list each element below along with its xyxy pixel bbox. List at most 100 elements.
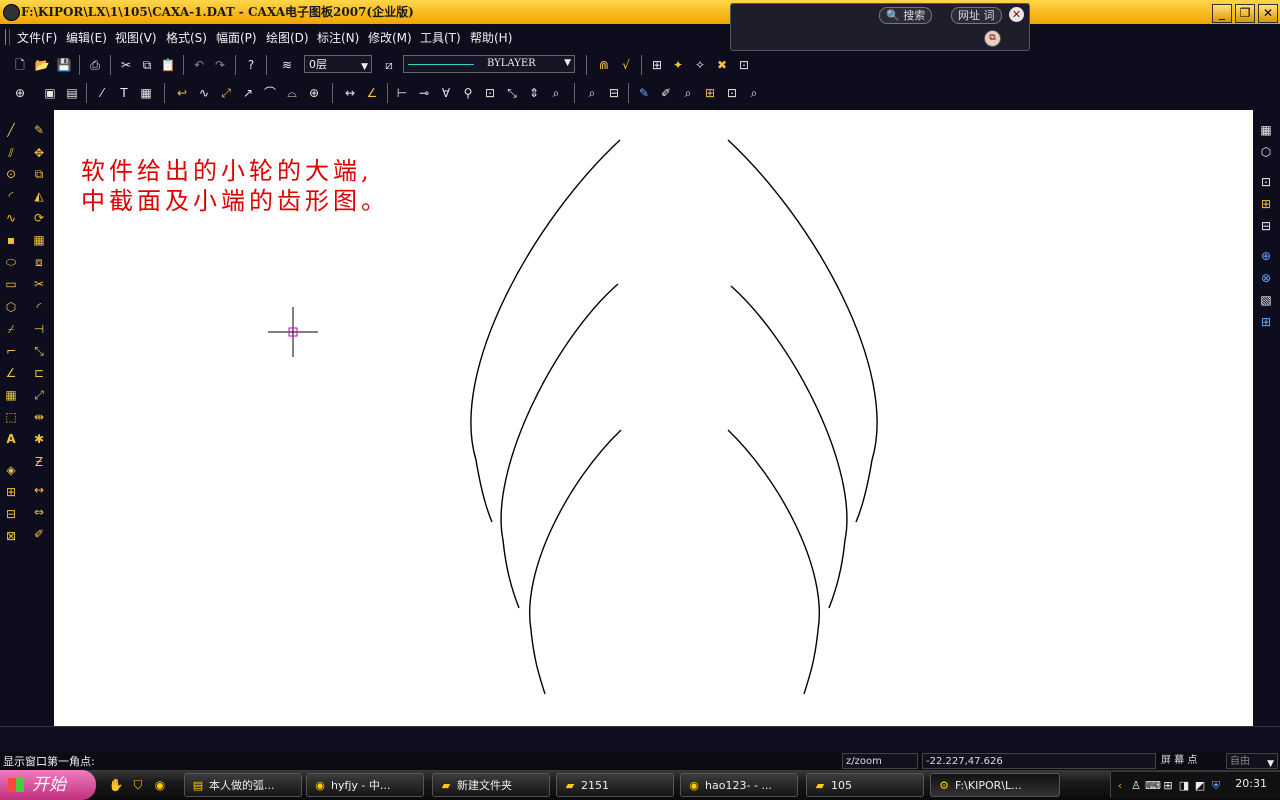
menu-sheet[interactable]: 幅面(P)	[216, 29, 257, 46]
angle-dim-icon[interactable]: ∠	[362, 83, 382, 103]
frame-icon[interactable]: ▣	[40, 83, 60, 103]
menu-modify[interactable]: 修改(M)	[368, 29, 412, 46]
menu-file[interactable]: 文件(F)	[17, 29, 57, 46]
close-window-button[interactable]: ✕	[1258, 4, 1278, 23]
quicklaunch-c-icon[interactable]: ◉	[152, 777, 168, 793]
view-c-icon[interactable]: ⊡	[1256, 172, 1276, 192]
query-icon[interactable]: ⌕	[582, 83, 602, 103]
redo-icon[interactable]: ↷	[210, 55, 230, 75]
view-d-icon[interactable]: ⊞	[1256, 194, 1276, 214]
erase-tool-icon[interactable]: ✎	[29, 120, 49, 140]
view-h-icon[interactable]: ▧	[1256, 290, 1276, 310]
spline-tool-icon[interactable]: ∿	[1, 208, 21, 228]
menu-tools[interactable]: 工具(T)	[420, 29, 461, 46]
check-icon[interactable]: √	[616, 55, 636, 75]
menu-format[interactable]: 格式(S)	[166, 29, 207, 46]
break-tool-icon[interactable]: ⤡	[29, 341, 49, 361]
polygon-tool-icon[interactable]: ⬡	[1, 297, 21, 317]
angle-line-icon[interactable]: ∠	[1, 363, 21, 383]
curve-g-icon[interactable]: ⊕	[304, 83, 324, 103]
block-edit-icon[interactable]: ⊟	[1, 504, 21, 524]
dim-tool-c-icon[interactable]: ✐	[29, 524, 49, 544]
help-icon[interactable]: ?	[241, 55, 261, 75]
rectangle-tool-icon[interactable]: ▭	[1, 274, 21, 294]
text-icon[interactable]: T	[114, 83, 134, 103]
symbol-icon[interactable]: ⁄	[92, 83, 112, 103]
block-tool-icon[interactable]: ◈	[1, 460, 21, 480]
restore-button[interactable]: ❐	[1235, 4, 1255, 23]
task-button[interactable]: ▰ 新建文件夹	[432, 773, 550, 797]
curve-c-icon[interactable]: ⤢	[216, 83, 236, 103]
view-g-icon[interactable]: ⊗	[1256, 268, 1276, 288]
format-brush-icon[interactable]: Ƶ	[29, 452, 49, 472]
menu-view[interactable]: 视图(V)	[115, 29, 157, 46]
block-tool-d-icon[interactable]: ⊠	[1, 526, 21, 546]
search-go-button[interactable]: ⧉	[984, 30, 1001, 47]
edit-h-icon[interactable]: ⌕	[546, 83, 566, 103]
dim-tool-a-icon[interactable]: ↔	[29, 480, 49, 500]
edit-f-icon[interactable]: ⤡	[502, 83, 522, 103]
tool-d-icon[interactable]: ✖	[712, 55, 732, 75]
tray-expand-icon[interactable]: ‹	[1113, 779, 1127, 793]
edit-a-icon[interactable]: ⊢	[392, 83, 412, 103]
point-tool-icon[interactable]: ▪	[1, 230, 21, 250]
zoom-dynamic-icon[interactable]: ⌕	[678, 83, 698, 103]
edit-d-icon[interactable]: ⚲	[458, 83, 478, 103]
scale-tool-icon[interactable]: ⧈	[29, 252, 49, 272]
menu-edit[interactable]: 编辑(E)	[66, 29, 107, 46]
menu-draw[interactable]: 绘图(D)	[266, 29, 309, 46]
menu-help[interactable]: 帮助(H)	[470, 29, 512, 46]
parallel-line-icon[interactable]: ⫽	[1, 143, 21, 163]
linetype-select[interactable]: BYLAYER ▼	[403, 55, 575, 73]
print-icon[interactable]: ⎙	[85, 55, 105, 75]
curve-e-icon[interactable]: ⌒	[260, 83, 280, 103]
tray-app-b-icon[interactable]: ◩	[1193, 779, 1207, 793]
curve-d-icon[interactable]: ↗	[238, 83, 258, 103]
centerline-tool-icon[interactable]: ⌿	[1, 319, 21, 339]
copy-icon[interactable]: ⧉	[137, 55, 157, 75]
task-button[interactable]: ▤ 本人做的弧...	[184, 773, 302, 797]
trim-tool-icon[interactable]: ✂	[29, 274, 49, 294]
tool-a-icon[interactable]: ⊞	[647, 55, 667, 75]
view-b-icon[interactable]: ⬡	[1256, 142, 1276, 162]
search-button[interactable]: 🔍 搜索	[879, 7, 933, 24]
tool-e-icon[interactable]: ⊡	[734, 55, 754, 75]
search-close-button[interactable]: ✕	[1009, 7, 1024, 22]
block-insert-icon[interactable]: ⊞	[1, 482, 21, 502]
start-button[interactable]: 开始	[0, 770, 96, 800]
save-icon[interactable]: 💾	[54, 55, 74, 75]
title-block-icon[interactable]: ▤	[62, 83, 82, 103]
edit-g-icon[interactable]: ⇕	[524, 83, 544, 103]
menu-grip[interactable]	[5, 29, 10, 45]
copy-tool-icon[interactable]: ⧉	[29, 164, 49, 184]
align-tool-icon[interactable]: ⇹	[29, 407, 49, 427]
pan-icon[interactable]: ⊕	[10, 83, 30, 103]
draw-a-icon[interactable]: ✎	[634, 83, 654, 103]
task-button[interactable]: ◉ hyfjy - 中...	[306, 773, 424, 797]
task-button[interactable]: ▰ 105	[806, 773, 924, 797]
tool-b-icon[interactable]: ✦	[668, 55, 688, 75]
drawing-canvas[interactable]: 软件给出的小轮的大端, 中截面及小端的齿形图。	[54, 110, 1253, 726]
task-button-active[interactable]: ⚙ F:\KIPOR\L...	[930, 773, 1060, 797]
caxa-app-icon[interactable]	[3, 4, 20, 21]
url-button[interactable]: 网址 词	[951, 7, 1002, 24]
line-tool-icon[interactable]: ╱	[1, 120, 21, 140]
fill-tool-icon[interactable]: ⬚	[1, 407, 21, 427]
dimension-icon[interactable]: ↔	[340, 83, 360, 103]
edit-b-icon[interactable]: ⊸	[414, 83, 434, 103]
open-folder-icon[interactable]: 📂	[32, 55, 52, 75]
tray-user-icon[interactable]: ♙	[1129, 779, 1143, 793]
new-file-icon[interactable]: 🗋	[10, 55, 30, 75]
tool-c-icon[interactable]: ✧	[690, 55, 710, 75]
task-button[interactable]: ◉ hao123- - ...	[680, 773, 798, 797]
tray-shield-icon[interactable]: ⛨	[1209, 779, 1223, 793]
zoom-prev-icon[interactable]: ⌕	[744, 83, 764, 103]
edit-e-icon[interactable]: ⊡	[480, 83, 500, 103]
view-e-icon[interactable]: ⊟	[1256, 216, 1276, 236]
table-icon[interactable]: ▦	[136, 83, 156, 103]
tray-keyboard-icon[interactable]: ⌨	[1145, 779, 1161, 793]
minimize-button[interactable]: _	[1212, 4, 1232, 23]
quicklaunch-a-icon[interactable]: ✋	[108, 777, 124, 793]
curve-b-icon[interactable]: ∿	[194, 83, 214, 103]
zoom-all-icon[interactable]: ⊡	[722, 83, 742, 103]
